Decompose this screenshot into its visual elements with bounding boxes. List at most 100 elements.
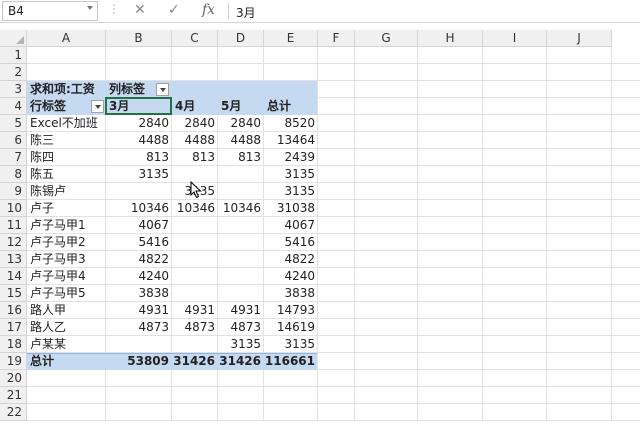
pivot-row-label[interactable]: 路人甲 bbox=[27, 302, 106, 319]
row-header-18[interactable]: 18 bbox=[0, 336, 27, 353]
pivot-value-cell[interactable]: 4931 bbox=[106, 302, 172, 319]
pivot-value-cell[interactable]: 4488 bbox=[172, 132, 218, 149]
more-options-icon[interactable]: ⋮ bbox=[108, 2, 120, 16]
pivot-value-cell[interactable]: 4488 bbox=[218, 132, 264, 149]
column-header-a[interactable]: A bbox=[27, 30, 106, 47]
row-header-17[interactable]: 17 bbox=[0, 319, 27, 336]
pivot-value-cell[interactable] bbox=[106, 336, 172, 353]
pivot-row-label[interactable]: 卢子马甲3 bbox=[27, 251, 106, 268]
pivot-grand-total-cell[interactable]: 31426 bbox=[172, 353, 218, 370]
pivot-row-label[interactable]: 陈锡卢 bbox=[27, 183, 106, 200]
row-header-13[interactable]: 13 bbox=[0, 251, 27, 268]
pivot-value-cell[interactable] bbox=[172, 234, 218, 251]
pivot-value-cell[interactable]: 5416 bbox=[106, 234, 172, 251]
pivot-value-cell[interactable] bbox=[218, 217, 264, 234]
worksheet-grid[interactable]: A B C D E F G H I J 1 2 3 4 5 6 7 8 9 10 11 12 13 14 15 16 17 18 19 2… bbox=[0, 22, 640, 436]
pivot-row-label[interactable]: 路人乙 bbox=[27, 319, 106, 336]
row-header-5[interactable]: 5 bbox=[0, 115, 27, 132]
pivot-row-label[interactable]: 陈四 bbox=[27, 149, 106, 166]
column-header-b[interactable]: B bbox=[106, 30, 172, 47]
pivot-value-cell[interactable]: 4067 bbox=[264, 217, 318, 234]
pivot-value-cell[interactable]: 4240 bbox=[264, 268, 318, 285]
row-header-8[interactable]: 8 bbox=[0, 166, 27, 183]
pivot-value-cell[interactable]: 813 bbox=[106, 149, 172, 166]
pivot-value-cell[interactable]: 813 bbox=[172, 149, 218, 166]
pivot-row-label[interactable]: Excel不加班 bbox=[27, 115, 106, 132]
pivot-value-cell[interactable] bbox=[172, 285, 218, 302]
pivot-value-cell[interactable]: 3135 bbox=[218, 336, 264, 353]
pivot-value-field-label[interactable]: 求和项:工资 bbox=[27, 81, 106, 98]
pivot-value-cell[interactable]: 13464 bbox=[264, 132, 318, 149]
pivot-value-cell[interactable] bbox=[218, 268, 264, 285]
pivot-value-cell[interactable] bbox=[106, 183, 172, 200]
pivot-value-cell[interactable] bbox=[172, 217, 218, 234]
pivot-value-cell[interactable]: 5416 bbox=[264, 234, 318, 251]
pivot-grand-total-label[interactable]: 总计 bbox=[27, 353, 106, 370]
pivot-value-cell[interactable]: 4873 bbox=[172, 319, 218, 336]
name-box[interactable]: B4 bbox=[2, 1, 98, 21]
row-header-3[interactable]: 3 bbox=[0, 81, 27, 98]
pivot-value-cell[interactable]: 4067 bbox=[106, 217, 172, 234]
row-header-20[interactable]: 20 bbox=[0, 370, 27, 387]
pivot-value-cell[interactable]: 4931 bbox=[172, 302, 218, 319]
pivot-row-label[interactable]: 卢某某 bbox=[27, 336, 106, 353]
row-header-6[interactable]: 6 bbox=[0, 132, 27, 149]
pivot-value-cell[interactable]: 2840 bbox=[218, 115, 264, 132]
select-all-corner[interactable] bbox=[0, 30, 27, 47]
column-filter-button[interactable] bbox=[156, 83, 169, 96]
row-header-12[interactable]: 12 bbox=[0, 234, 27, 251]
pivot-value-cell[interactable]: 2840 bbox=[172, 115, 218, 132]
cancel-icon[interactable]: ✕ bbox=[134, 2, 146, 18]
pivot-value-cell[interactable]: 4873 bbox=[106, 319, 172, 336]
column-header-h[interactable]: H bbox=[418, 30, 483, 47]
pivot-value-cell[interactable]: 3135 bbox=[264, 183, 318, 200]
pivot-value-cell[interactable]: 813 bbox=[218, 149, 264, 166]
formula-input[interactable]: 3月 bbox=[236, 4, 256, 21]
pivot-value-cell[interactable] bbox=[218, 285, 264, 302]
pivot-row-label[interactable]: 卢子马甲4 bbox=[27, 268, 106, 285]
insert-function-icon[interactable]: fx bbox=[202, 2, 215, 18]
pivot-value-cell[interactable]: 14619 bbox=[264, 319, 318, 336]
column-header-f[interactable]: F bbox=[318, 30, 355, 47]
row-header-7[interactable]: 7 bbox=[0, 149, 27, 166]
pivot-value-cell[interactable]: 10346 bbox=[172, 200, 218, 217]
row-header-21[interactable]: 21 bbox=[0, 387, 27, 404]
pivot-value-cell[interactable] bbox=[218, 183, 264, 200]
pivot-value-cell[interactable]: 3135 bbox=[106, 166, 172, 183]
row-header-15[interactable]: 15 bbox=[0, 285, 27, 302]
row-header-11[interactable]: 11 bbox=[0, 217, 27, 234]
pivot-value-cell[interactable]: 2840 bbox=[106, 115, 172, 132]
column-header-e[interactable]: E bbox=[264, 30, 318, 47]
column-header-d[interactable]: D bbox=[218, 30, 264, 47]
pivot-value-cell[interactable]: 2439 bbox=[264, 149, 318, 166]
pivot-value-cell[interactable]: 3838 bbox=[106, 285, 172, 302]
pivot-value-cell[interactable] bbox=[218, 251, 264, 268]
pivot-value-cell[interactable] bbox=[172, 268, 218, 285]
pivot-value-cell[interactable]: 4488 bbox=[106, 132, 172, 149]
pivot-value-cell[interactable]: 14793 bbox=[264, 302, 318, 319]
pivot-row-label[interactable]: 卢子 bbox=[27, 200, 106, 217]
pivot-value-cell[interactable] bbox=[218, 234, 264, 251]
pivot-col-header[interactable]: 总计 bbox=[264, 98, 318, 115]
pivot-value-cell[interactable] bbox=[218, 166, 264, 183]
column-header-g[interactable]: G bbox=[355, 30, 418, 47]
pivot-value-cell[interactable]: 10346 bbox=[218, 200, 264, 217]
pivot-value-cell[interactable]: 10346 bbox=[106, 200, 172, 217]
pivot-row-label[interactable]: 卢子马甲2 bbox=[27, 234, 106, 251]
row-header-22[interactable]: 22 bbox=[0, 404, 27, 421]
row-header-19[interactable]: 19 bbox=[0, 353, 27, 370]
pivot-value-cell[interactable] bbox=[172, 336, 218, 353]
row-header-2[interactable]: 2 bbox=[0, 64, 27, 81]
pivot-value-cell[interactable]: 31038 bbox=[264, 200, 318, 217]
pivot-value-cell[interactable]: 3135 bbox=[264, 166, 318, 183]
pivot-col-header[interactable]: 5月 bbox=[218, 98, 264, 115]
row-header-14[interactable]: 14 bbox=[0, 268, 27, 285]
pivot-value-cell[interactable]: 3838 bbox=[264, 285, 318, 302]
pivot-row-label[interactable]: 陈五 bbox=[27, 166, 106, 183]
pivot-value-cell[interactable]: 4240 bbox=[106, 268, 172, 285]
pivot-row-label[interactable]: 卢子马甲5 bbox=[27, 285, 106, 302]
row-header-10[interactable]: 10 bbox=[0, 200, 27, 217]
row-header-1[interactable]: 1 bbox=[0, 47, 27, 64]
pivot-row-label[interactable]: 陈三 bbox=[27, 132, 106, 149]
pivot-col-header[interactable]: 4月 bbox=[172, 98, 218, 115]
